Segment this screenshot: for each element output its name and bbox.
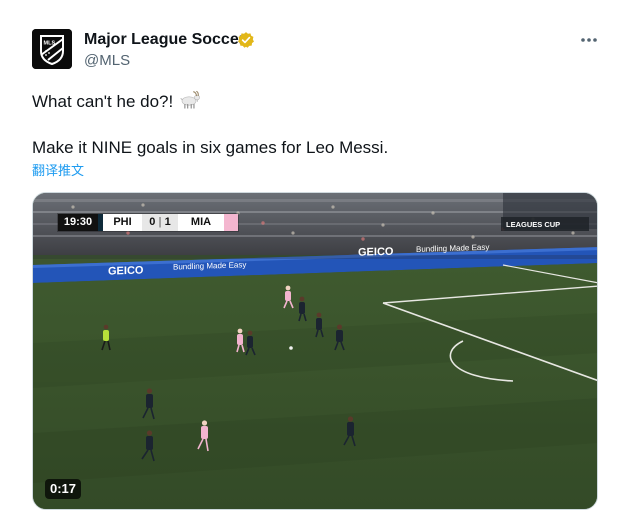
goat-emoji-icon — [180, 90, 201, 109]
svg-text:MLS: MLS — [44, 41, 56, 47]
tweet[interactable]: MLS Major League Soccer @MLS What can't … — [0, 0, 617, 514]
more-button[interactable] — [576, 28, 602, 52]
translate-tweet-link[interactable]: 翻译推文 — [32, 162, 84, 180]
account-handle[interactable]: @MLS — [84, 52, 130, 70]
scorebug: 19:30 PHI 0 | 1 MIA — [58, 214, 238, 231]
scorebug-away-score: 1 — [164, 216, 171, 228]
account-name[interactable]: Major League Soccer — [84, 31, 245, 49]
tweet-text-line-1: What can't he do?! — [32, 90, 202, 113]
scorebug-clock: 19:30 — [58, 214, 98, 231]
svg-text:GEICO: GEICO — [358, 246, 394, 259]
scorebug-away-team: MIA — [178, 214, 238, 231]
broadcast-logo: LEAGUES CUP — [501, 217, 589, 231]
more-horizontal-icon — [581, 38, 597, 42]
svg-text:GEICO: GEICO — [108, 265, 144, 278]
svg-text:LEAGUES CUP: LEAGUES CUP — [506, 220, 560, 229]
video-duration-badge: 0:17 — [45, 479, 82, 499]
scorebug-home-team: PHI — [98, 214, 142, 231]
scorebug-score: 0 | 1 — [142, 214, 178, 231]
tweet-text-question: What can't he do?! — [32, 92, 174, 111]
scorebug-home-score: 0 — [149, 216, 156, 228]
tweet-text-line-2: Make it NINE goals in six games for Leo … — [32, 138, 389, 157]
video-frame: GEICO Bundling Made Easy GEICO Bundling … — [33, 193, 597, 509]
avatar[interactable]: MLS — [32, 29, 72, 69]
verified-badge-icon[interactable] — [237, 31, 255, 49]
mls-logo-icon: MLS — [32, 29, 72, 69]
video-player[interactable]: GEICO Bundling Made Easy GEICO Bundling … — [32, 192, 598, 510]
